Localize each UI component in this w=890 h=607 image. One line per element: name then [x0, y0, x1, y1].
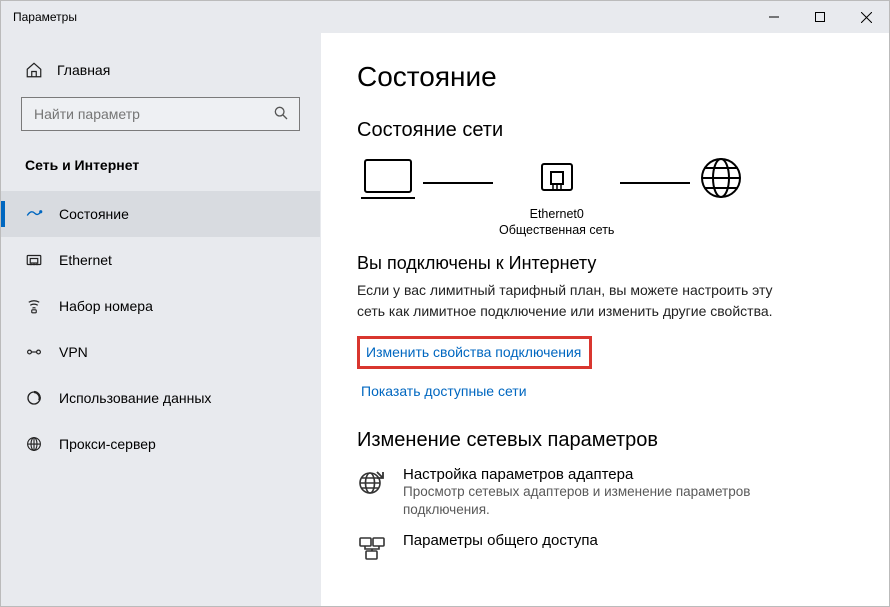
maximize-button[interactable]	[797, 1, 843, 33]
window-title: Параметры	[13, 10, 77, 24]
connected-description: Если у вас лимитный тарифный план, вы мо…	[357, 280, 787, 322]
sidebar-item-label: VPN	[59, 344, 88, 360]
diagram-globe	[696, 156, 746, 239]
sidebar-item-status[interactable]: Состояние	[1, 191, 320, 237]
sidebar-item-vpn[interactable]: VPN	[1, 329, 320, 375]
search-input[interactable]	[32, 105, 273, 123]
diagram-adapter: Ethernet0 Общественная сеть	[499, 156, 614, 239]
main-content: Состояние Состояние сети	[321, 33, 889, 606]
option-description: Просмотр сетевых адаптеров и изменение п…	[403, 483, 773, 521]
dialup-icon	[25, 297, 43, 315]
network-diagram: Ethernet0 Общественная сеть	[359, 156, 853, 239]
sidebar-item-label: Набор номера	[59, 298, 153, 314]
adapter-settings-icon	[357, 466, 389, 521]
diagram-line-1	[423, 182, 493, 184]
sharing-settings-icon	[357, 532, 389, 567]
diagram-line-2	[620, 182, 690, 184]
change-network-params-heading: Изменение сетевых параметров	[357, 429, 853, 452]
sidebar-item-label: Прокси-сервер	[59, 436, 156, 452]
sidebar-section-title: Сеть и Интернет	[1, 157, 320, 185]
sidebar-item-ethernet[interactable]: Ethernet	[1, 237, 320, 283]
diagram-pc	[359, 156, 417, 239]
link-show-available-networks[interactable]: Показать доступные сети	[361, 383, 853, 399]
diagram-adapter-type: Общественная сеть	[499, 222, 614, 238]
link-change-connection-props[interactable]: Изменить свойства подключения	[357, 336, 592, 369]
sidebar-item-label: Состояние	[59, 206, 129, 222]
sidebar-item-datausage[interactable]: Использование данных	[1, 375, 320, 421]
connected-heading: Вы подключены к Интернету	[357, 253, 853, 274]
sidebar-home-label: Главная	[57, 62, 110, 78]
sidebar-item-label: Ethernet	[59, 252, 112, 268]
vpn-icon	[25, 343, 43, 361]
sidebar-item-label: Использование данных	[59, 390, 211, 406]
ethernet-icon	[25, 251, 43, 269]
home-icon	[25, 61, 43, 79]
search-box[interactable]	[21, 97, 300, 131]
option-title: Параметры общего доступа	[403, 532, 598, 549]
sidebar-nav: Состояние Ethernet Набор номера	[1, 185, 320, 467]
sidebar-home[interactable]: Главная	[1, 61, 320, 97]
option-title: Настройка параметров адаптера	[403, 466, 773, 483]
sidebar: Главная Сеть и Интернет Состояние	[1, 33, 321, 606]
status-icon	[25, 205, 43, 223]
option-sharing-settings[interactable]: Параметры общего доступа	[357, 532, 853, 567]
page-title: Состояние	[357, 61, 853, 93]
data-usage-icon	[25, 389, 43, 407]
diagram-adapter-name: Ethernet0	[499, 206, 614, 222]
network-status-heading: Состояние сети	[357, 119, 853, 142]
close-button[interactable]	[843, 1, 889, 33]
titlebar: Параметры	[1, 1, 889, 33]
proxy-icon	[25, 435, 43, 453]
option-adapter-settings[interactable]: Настройка параметров адаптера Просмотр с…	[357, 466, 853, 521]
sidebar-item-proxy[interactable]: Прокси-сервер	[1, 421, 320, 467]
sidebar-item-dialup[interactable]: Набор номера	[1, 283, 320, 329]
search-icon	[273, 105, 291, 123]
minimize-button[interactable]	[751, 1, 797, 33]
